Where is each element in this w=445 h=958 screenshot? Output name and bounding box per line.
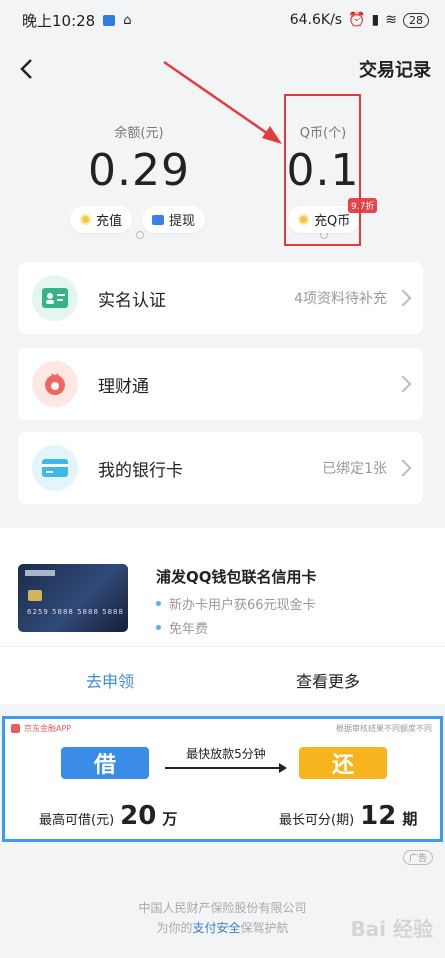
- bank-card-icon: [32, 445, 78, 491]
- signal-icon: ▮: [371, 12, 380, 28]
- balance-label: 余额(元): [114, 126, 164, 141]
- list-item-label: 实名认证: [98, 290, 166, 311]
- network-speed: 64.6K/s: [289, 12, 343, 28]
- list-item-label: 理财通: [98, 376, 149, 397]
- wifi-icon: ≋: [385, 12, 397, 28]
- back-button[interactable]: [14, 57, 38, 81]
- promo-item: 免年费: [156, 618, 208, 637]
- ad-brand: 京东金融APP: [11, 723, 71, 734]
- bilibili-icon: ⌂: [123, 12, 132, 28]
- chevron-right-icon: [394, 289, 412, 307]
- bullet-icon: [156, 601, 161, 606]
- battery-indicator: 28: [403, 12, 429, 28]
- baidu-watermark-icon: Bai 经验: [350, 917, 433, 941]
- list-item-licaitong[interactable]: 理财通: [18, 348, 423, 420]
- wallet-icon: [152, 214, 165, 225]
- promo-title: 浦发QQ钱包联名信用卡: [156, 568, 317, 586]
- credit-card-image: 6259 5888 5888 5888: [18, 564, 128, 632]
- divider: [0, 646, 445, 647]
- chevron-right-icon: [394, 375, 412, 393]
- payment-security-link: 支付安全: [192, 921, 241, 935]
- list-item-label: 我的银行卡: [98, 460, 183, 481]
- notification-icon: [103, 14, 116, 26]
- chevron-right-icon: [394, 459, 412, 477]
- list-item-status: 已绑定1张: [322, 461, 387, 477]
- bank-logo: [25, 570, 55, 576]
- fast-loan-text: 最快放款5分钟: [186, 747, 266, 761]
- jd-finance-icon: [11, 724, 20, 733]
- card-chip: [28, 590, 42, 601]
- balance-area: 余额(元) 0.29 Q币(个) 0.1 充值 提现 充Q币 9.7折: [0, 110, 445, 250]
- ad-tag[interactable]: 广告: [402, 850, 433, 865]
- arrow-right-icon: [165, 763, 287, 773]
- ad-disclaimer: 根据审核结果不同额度不同: [336, 724, 432, 733]
- status-time: 晚上10:28: [22, 11, 96, 30]
- annotation-highlight-box: [284, 94, 361, 246]
- loan-ad-banner[interactable]: 京东金融APP 根据审核结果不同额度不同 借 最快放款5分钟 还 最高可借(元)…: [2, 716, 443, 842]
- max-loan: 最高可借(元) 20 万: [39, 801, 178, 831]
- transaction-records-link[interactable]: 交易记录: [359, 56, 431, 82]
- list-item-status: 4项资料待补充: [294, 291, 387, 307]
- promo-item: 新办卡用户获66元现金卡: [156, 594, 316, 613]
- nav-bar: 交易记录: [0, 44, 445, 94]
- id-card-icon: [32, 275, 78, 321]
- repay-badge: 还: [299, 747, 387, 779]
- max-term: 最长可分(期) 12 期: [279, 801, 418, 831]
- card-number: 6259 5888 5888 5888: [27, 608, 124, 616]
- balance-buttons: 充值 提现: [70, 206, 206, 233]
- borrow-badge: 借: [61, 747, 149, 779]
- list-item-bank-card[interactable]: 我的银行卡 已绑定1张: [18, 432, 423, 504]
- status-bar: 晚上10:28 ⌂ 64.6K/s ⏰ ▮ ≋ 28: [0, 0, 445, 40]
- licaitong-icon: [32, 361, 78, 407]
- back-arrow-icon: [20, 59, 32, 79]
- apply-button[interactable]: 去申领: [86, 668, 134, 692]
- view-more-button[interactable]: 查看更多: [296, 668, 360, 692]
- coin-icon: [80, 214, 91, 225]
- bullet-icon: [156, 625, 161, 630]
- alarm-icon: ⏰: [348, 12, 366, 28]
- list-item-real-name[interactable]: 实名认证 4项资料待补充: [18, 262, 423, 334]
- withdraw-label: 提现: [169, 214, 196, 229]
- withdraw-button[interactable]: 提现: [142, 206, 206, 233]
- recharge-label: 充值: [96, 214, 123, 229]
- recharge-button[interactable]: 充值: [70, 206, 133, 233]
- credit-card-promo: 6259 5888 5888 5888 浦发QQ钱包联名信用卡 新办卡用户获66…: [0, 528, 445, 704]
